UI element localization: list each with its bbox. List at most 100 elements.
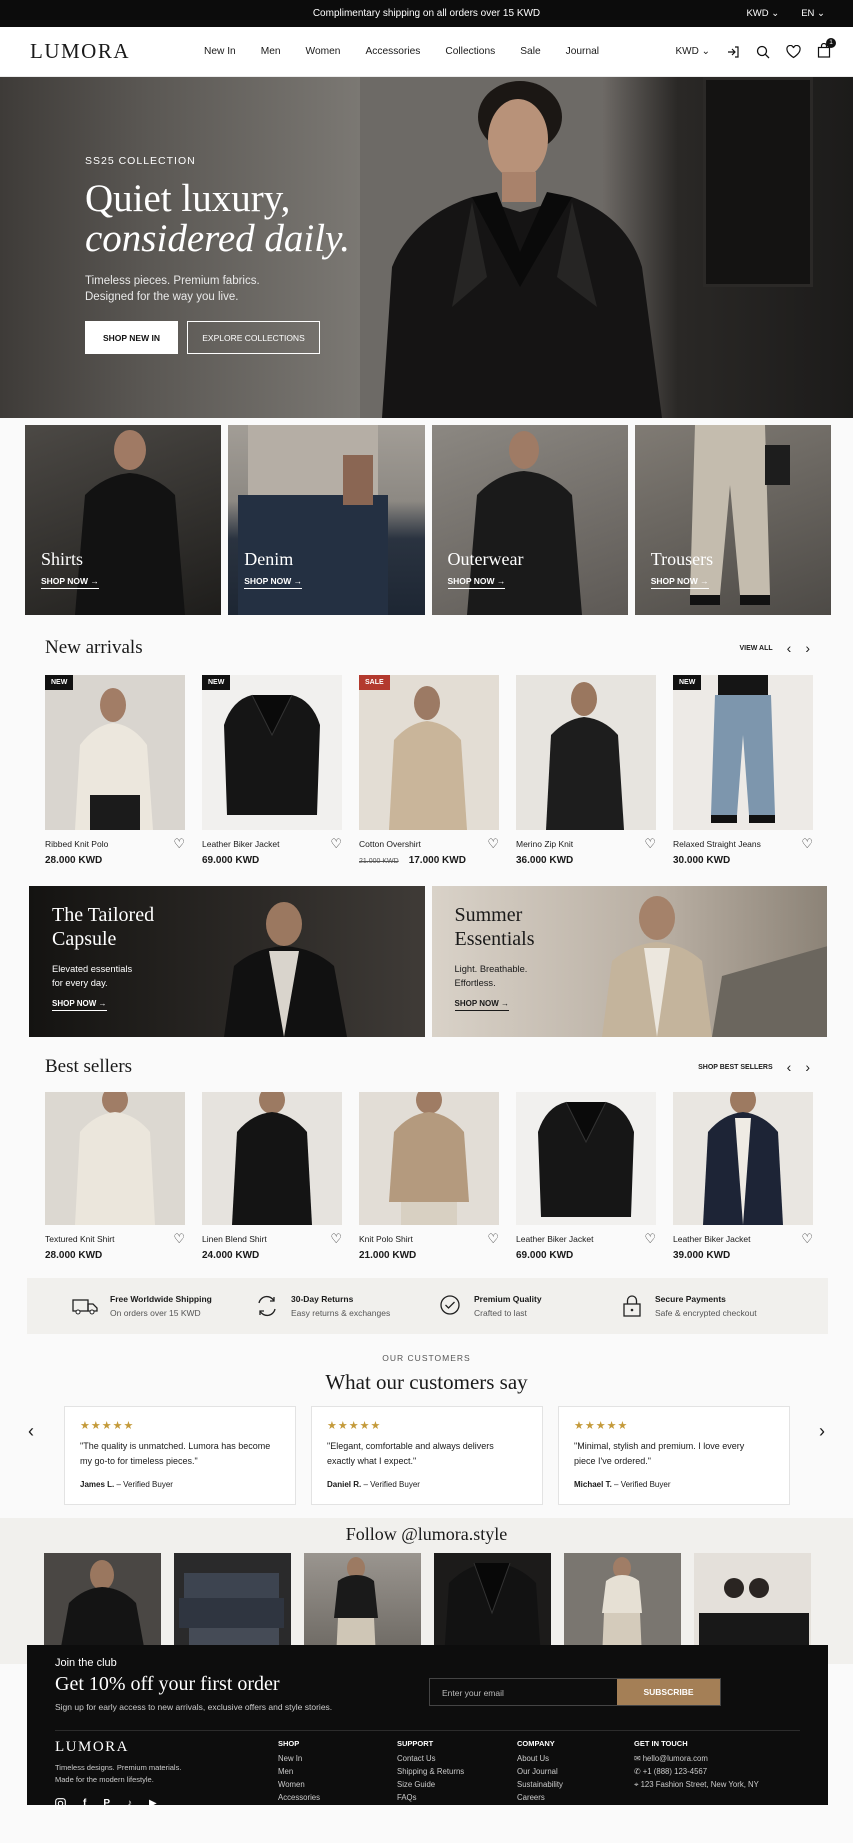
nav-item-women[interactable]: Women — [306, 46, 341, 57]
product-name[interactable]: Ribbed Knit Polo — [45, 839, 108, 849]
nav-item-new-in[interactable]: New In — [204, 46, 236, 57]
nav-item-accessories[interactable]: Accessories — [365, 46, 420, 57]
product-name[interactable]: Linen Blend Shirt — [202, 1234, 267, 1244]
pinterest-icon[interactable]: P — [103, 1798, 110, 1809]
chevron-left-icon[interactable]: ‹ — [787, 640, 792, 656]
shop-best-sellers-link[interactable]: SHOP BEST SELLERS — [698, 1064, 773, 1071]
category-tile-trousers[interactable]: Trousers SHOP NOW → — [634, 425, 831, 615]
product-name[interactable]: Textured Knit Shirt — [45, 1234, 114, 1244]
youtube-icon[interactable]: ▶ — [149, 1798, 157, 1809]
cart-button[interactable]: 1 — [817, 37, 836, 61]
wishlist-icon[interactable] — [786, 44, 801, 59]
product-image[interactable] — [516, 1092, 656, 1225]
product-card[interactable]: NEW Leather Biker Jacket ♡ 69.000 KWD — [202, 675, 342, 866]
footer-link[interactable]: Women — [278, 1780, 320, 1789]
product-image[interactable]: NEW — [673, 675, 813, 830]
category-link[interactable]: SHOP NOW → — [650, 576, 709, 589]
footer-link[interactable]: Careers — [517, 1793, 563, 1802]
category-link[interactable]: SHOP NOW → — [244, 576, 303, 589]
instagram-post[interactable] — [694, 1553, 811, 1658]
currency-selector[interactable]: KWD ⌄ — [676, 46, 711, 57]
promo-shop-now-link[interactable]: SHOP NOW → — [52, 999, 107, 1011]
topbar-currency-selector[interactable]: KWD ⌄ — [746, 8, 779, 19]
product-image[interactable]: NEW — [45, 675, 185, 830]
footer-link[interactable]: Sustainability — [517, 1780, 563, 1789]
category-tile-shirts[interactable]: Shirts SHOP NOW → — [25, 425, 222, 615]
topbar-language-selector[interactable]: EN ⌄ — [801, 8, 825, 19]
product-card[interactable]: NEW Relaxed Straight Jeans ♡ 30.000 KWD — [673, 675, 813, 866]
contact-phone[interactable]: +1 (888) 123-4567 — [643, 1767, 707, 1776]
category-tile-outerwear[interactable]: Outerwear SHOP NOW → — [431, 425, 628, 615]
heart-icon[interactable]: ♡ — [173, 1232, 185, 1245]
promo-summer-essentials[interactable]: Summer Essentials Light. Breathable. Effor… — [431, 886, 827, 1037]
instagram-icon[interactable] — [55, 1798, 66, 1809]
shop-new-in-button[interactable]: SHOP NEW IN — [85, 321, 178, 354]
facebook-icon[interactable]: f — [83, 1798, 86, 1809]
product-card[interactable]: SALE Cotton Overshirt ♡ 21.000 KWD 17.000 … — [359, 675, 499, 866]
product-image[interactable] — [202, 1092, 342, 1225]
instagram-title[interactable]: Follow @lumora.style — [0, 1524, 853, 1545]
instagram-post[interactable] — [304, 1553, 421, 1658]
footer-logo[interactable]: LUMORA — [55, 1739, 181, 1756]
instagram-post[interactable] — [564, 1553, 681, 1658]
heart-icon[interactable]: ♡ — [173, 837, 185, 850]
category-link[interactable]: SHOP NOW → — [41, 576, 99, 589]
product-name[interactable]: Leather Biker Jacket — [516, 1234, 593, 1244]
product-card[interactable]: Leather Biker Jacket ♡ 69.000 KWD — [516, 1092, 656, 1261]
tiktok-icon[interactable]: ♪ — [127, 1798, 132, 1809]
instagram-post[interactable] — [174, 1553, 291, 1658]
nav-item-men[interactable]: Men — [261, 46, 281, 57]
category-link[interactable]: SHOP NOW → — [447, 576, 506, 589]
product-name[interactable]: Knit Polo Shirt — [359, 1234, 413, 1244]
nav-item-journal[interactable]: Journal — [566, 46, 599, 57]
footer-link[interactable]: Shipping & Returns — [397, 1767, 464, 1776]
product-name[interactable]: Merino Zip Knit — [516, 839, 573, 849]
footer-link[interactable]: Our Journal — [517, 1767, 563, 1776]
product-image[interactable]: SALE — [359, 675, 499, 830]
nav-item-collections[interactable]: Collections — [445, 46, 495, 57]
footer-link[interactable]: Accessories — [278, 1793, 320, 1802]
category-tile-denim[interactable]: Denim SHOP NOW → — [228, 425, 425, 615]
email-input[interactable]: Enter your email — [430, 1679, 617, 1705]
contact-email[interactable]: hello@lumora.com — [643, 1754, 708, 1763]
heart-icon[interactable]: ♡ — [487, 1232, 499, 1245]
product-image[interactable] — [516, 675, 656, 830]
footer-link[interactable]: Men — [278, 1767, 320, 1776]
heart-icon[interactable]: ♡ — [330, 1232, 342, 1245]
promo-tailored-capsule[interactable]: The Tailored Capsule Elevated essentials f… — [29, 886, 425, 1037]
product-image[interactable]: NEW — [202, 675, 342, 830]
heart-icon[interactable]: ♡ — [801, 1232, 813, 1245]
nav-item-sale[interactable]: Sale — [520, 46, 540, 57]
subscribe-button[interactable]: SUBSCRIBE — [617, 1679, 720, 1705]
product-name[interactable]: Leather Biker Jacket — [202, 839, 279, 849]
instagram-post[interactable] — [44, 1553, 161, 1658]
chevron-right-icon[interactable]: › — [819, 1421, 825, 1442]
product-name[interactable]: Relaxed Straight Jeans — [673, 839, 761, 849]
chevron-right-icon[interactable]: › — [805, 1059, 810, 1075]
explore-collections-button[interactable]: EXPLORE COLLECTIONS — [187, 321, 320, 354]
footer-link[interactable]: About Us — [517, 1754, 563, 1763]
product-card[interactable]: Linen Blend Shirt ♡ 24.000 KWD — [202, 1092, 342, 1261]
heart-icon[interactable]: ♡ — [801, 837, 813, 850]
product-image[interactable] — [45, 1092, 185, 1225]
product-image[interactable] — [673, 1092, 813, 1225]
footer-link[interactable]: New In — [278, 1754, 320, 1763]
view-all-link[interactable]: VIEW ALL — [739, 645, 772, 652]
chevron-left-icon[interactable]: ‹ — [28, 1421, 34, 1442]
product-card[interactable]: Knit Polo Shirt ♡ 21.000 KWD — [359, 1092, 499, 1261]
footer-link[interactable]: Contact Us — [397, 1754, 464, 1763]
product-name[interactable]: Cotton Overshirt — [359, 839, 421, 849]
heart-icon[interactable]: ♡ — [487, 837, 499, 850]
product-image[interactable] — [359, 1092, 499, 1225]
footer-link[interactable]: Size Guide — [397, 1780, 464, 1789]
chevron-right-icon[interactable]: › — [805, 640, 810, 656]
instagram-post[interactable] — [434, 1553, 551, 1658]
account-icon[interactable] — [726, 45, 740, 59]
product-card[interactable]: Merino Zip Knit ♡ 36.000 KWD — [516, 675, 656, 866]
logo[interactable]: LUMORA — [30, 39, 130, 64]
heart-icon[interactable]: ♡ — [644, 837, 656, 850]
chevron-left-icon[interactable]: ‹ — [787, 1059, 792, 1075]
product-card[interactable]: NEW Ribbed Knit Polo ♡ 28.000 KWD — [45, 675, 185, 866]
product-card[interactable]: Leather Biker Jacket ♡ 39.000 KWD — [673, 1092, 813, 1261]
search-icon[interactable] — [756, 45, 770, 59]
